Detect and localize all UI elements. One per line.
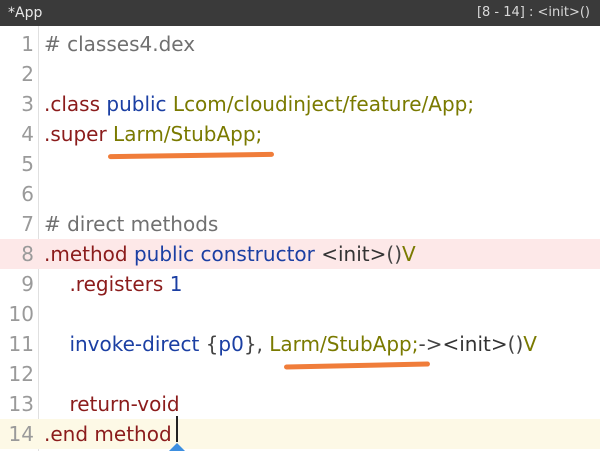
line-number: 14: [8, 422, 34, 446]
line-number: 1: [21, 32, 34, 56]
line-code[interactable]: .class public Lcom/cloudinject/feature/A…: [44, 89, 474, 119]
code-token: Larm/StubApp;: [269, 332, 419, 356]
code-token: .class: [44, 92, 101, 116]
code-token: constructor: [200, 242, 315, 266]
line-code[interactable]: # classes4.dex: [44, 29, 195, 59]
line-number: 12: [8, 362, 34, 386]
code-token: {: [205, 332, 219, 356]
line-number: 4: [21, 122, 34, 146]
code-token: public: [106, 92, 167, 116]
line-code[interactable]: # direct methods: [44, 209, 218, 239]
code-token: (): [386, 242, 402, 266]
code-line[interactable]: 7 # direct methods: [0, 209, 600, 239]
code-token: public: [133, 242, 195, 266]
code-line[interactable]: 10: [0, 299, 600, 329]
code-token: # classes4.dex: [44, 32, 196, 56]
line-number: 11: [8, 332, 34, 356]
code-editor[interactable]: *App [8 - 14] : <init>() 1 # classes4.dex…: [0, 0, 600, 451]
text-cursor: [176, 416, 178, 442]
line-number: 10: [8, 302, 34, 326]
line-number: 2: [21, 62, 34, 86]
line-code[interactable]: .method public constructor <init>()V: [44, 239, 416, 269]
cursor-handle-icon[interactable]: [169, 443, 185, 451]
code-line[interactable]: 4 .super Larm/StubApp;: [0, 119, 600, 149]
line-number: 8: [21, 242, 34, 266]
line-number: 6: [21, 182, 34, 206]
code-token: .super: [44, 122, 107, 146]
code-line[interactable]: 9 .registers 1: [0, 269, 600, 299]
line-code[interactable]: return-void: [44, 389, 180, 419]
code-token: .registers: [69, 272, 164, 296]
code-token: ->: [418, 332, 443, 356]
line-number: 13: [8, 392, 34, 416]
code-token: (): [507, 332, 524, 356]
code-token: return-void: [69, 392, 180, 416]
code-line[interactable]: 1 # classes4.dex: [0, 29, 600, 59]
code-token: invoke-direct: [69, 332, 200, 356]
code-token: V: [402, 242, 416, 266]
code-line[interactable]: 11 invoke-direct {p0}, Larm/StubApp;-><i…: [0, 329, 600, 359]
editor-titlebar: *App [8 - 14] : <init>(): [0, 0, 600, 26]
line-code[interactable]: .super Larm/StubApp;: [44, 119, 262, 149]
code-token: <init>: [442, 332, 508, 356]
line-code[interactable]: invoke-direct {p0}, Larm/StubApp;-><init…: [44, 329, 537, 359]
line-number: 3: [21, 92, 34, 116]
file-title[interactable]: *App: [8, 0, 42, 26]
code-token: method: [94, 422, 172, 446]
code-line[interactable]: 2: [0, 59, 600, 89]
code-line[interactable]: 14 .end method: [0, 419, 600, 449]
code-line[interactable]: 8 .method public constructor <init>()V: [0, 239, 600, 269]
code-line[interactable]: 13 return-void: [0, 389, 600, 419]
line-number: 9: [21, 272, 34, 296]
code-line[interactable]: 5: [0, 149, 600, 179]
code-line[interactable]: 6: [0, 179, 600, 209]
line-code[interactable]: .registers 1: [44, 269, 182, 299]
code-token: V: [523, 332, 537, 356]
code-token: .end: [44, 422, 89, 446]
code-token: Lcom/cloudinject/feature/App;: [172, 92, 475, 116]
code-token: 1: [169, 272, 183, 296]
code-token: <init>: [321, 242, 387, 266]
code-line[interactable]: 3 .class public Lcom/cloudinject/feature/…: [0, 89, 600, 119]
code-token: p0: [218, 332, 244, 356]
line-number: 7: [21, 212, 34, 236]
code-token: .method: [44, 242, 128, 266]
code-token: Larm/StubApp;: [113, 122, 263, 146]
code-token: # direct methods: [44, 212, 219, 236]
line-number: 5: [21, 152, 34, 176]
code-token: },: [243, 332, 263, 356]
cursor-position-indicator: [8 - 14] : <init>(): [476, 5, 590, 20]
line-code[interactable]: .end method: [44, 419, 172, 449]
